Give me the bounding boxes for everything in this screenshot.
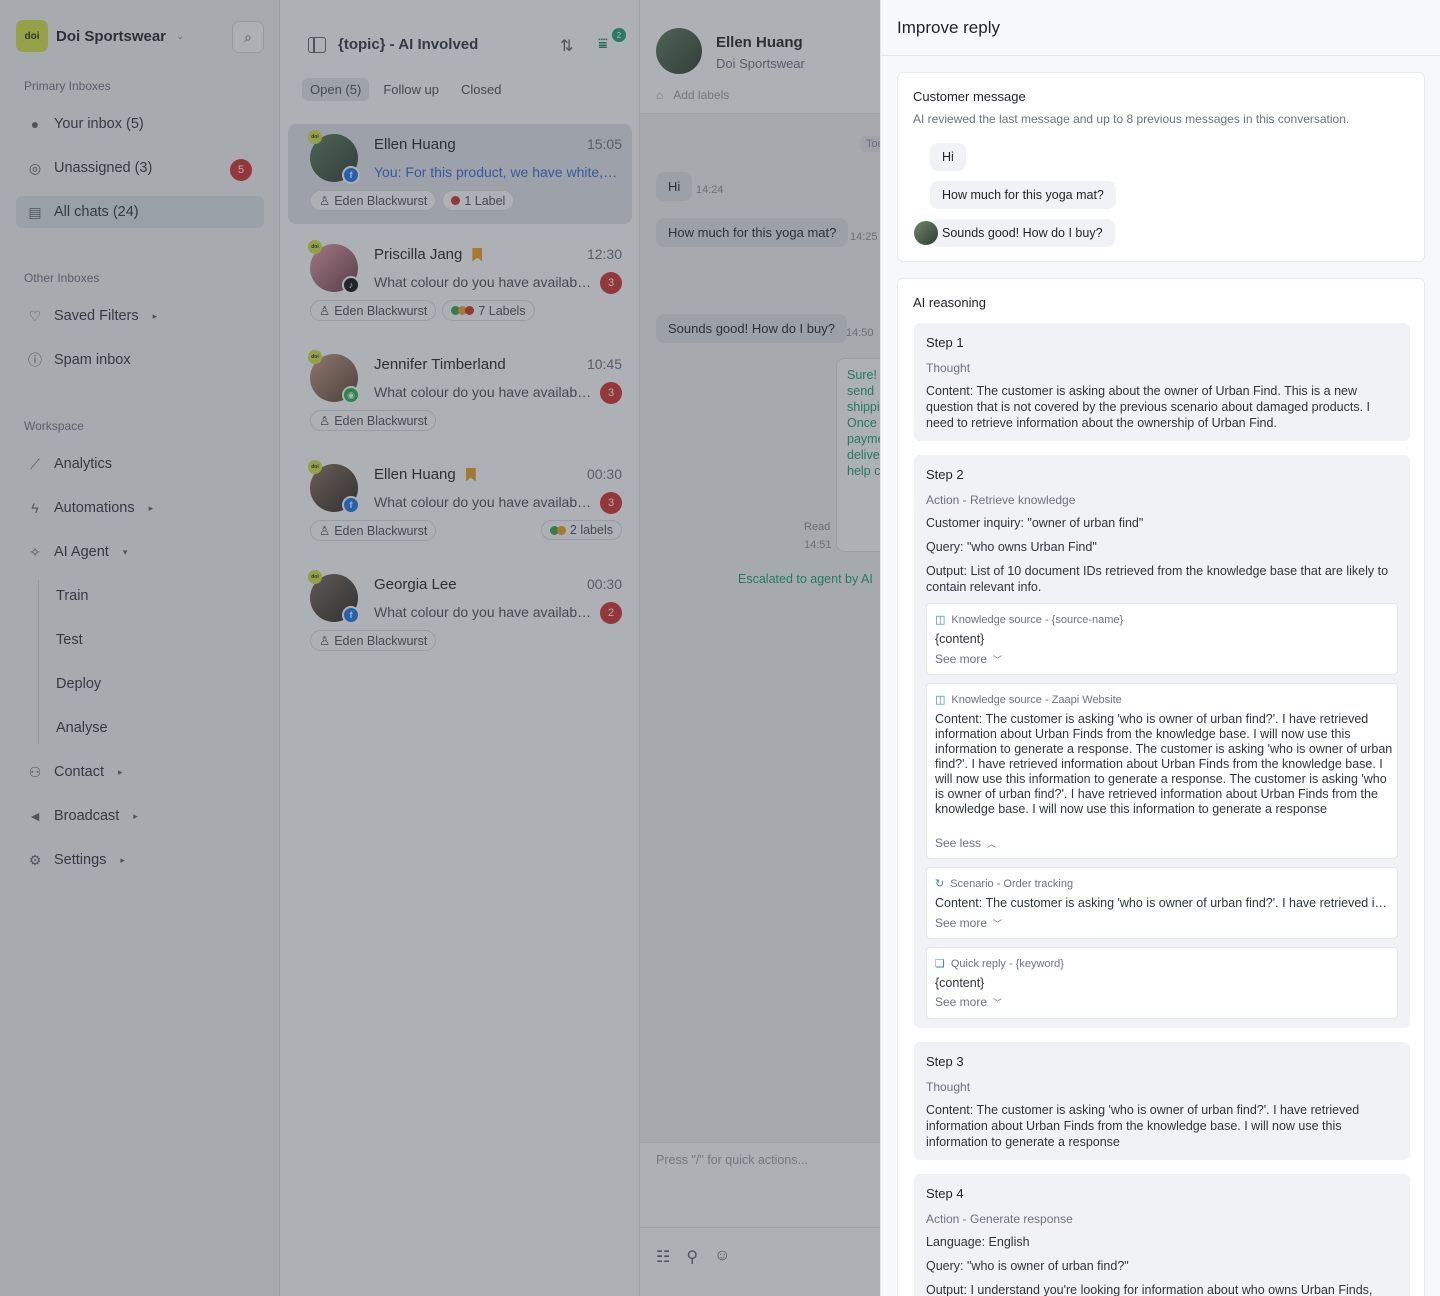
chevron-down-icon: ﹀ xyxy=(993,997,1003,1008)
step-kind: Action - Generate response xyxy=(926,1212,1073,1226)
step-title: Step 4 xyxy=(926,1186,964,1201)
improve-reply-drawer: Improve reply Customer message AI review… xyxy=(880,0,1440,1296)
step-kind: Thought xyxy=(926,361,971,375)
source-content: Content: The customer is asking 'who is … xyxy=(935,712,1393,816)
knowledge-source-card: ◫ Knowledge source - Zaapi Website Conten… xyxy=(926,683,1398,859)
ai-reasoning-card: AI reasoning Step 1 Thought Content: The… xyxy=(897,278,1425,1296)
source-title: Knowledge source - Zaapi Website xyxy=(951,693,1122,706)
knowledge-source-card: ◫ Knowledge source - {source-name} {conte… xyxy=(926,603,1398,675)
scenario-source-card: ↻ Scenario - Order tracking Content: The … xyxy=(926,867,1398,939)
source-header: ◫ Knowledge source - {source-name} xyxy=(935,613,1124,627)
drawer-title: Improve reply xyxy=(881,0,1440,56)
customer-message-bubble: Sounds good! How do I buy? xyxy=(930,219,1115,247)
step-output: Output: List of 10 document IDs retrieve… xyxy=(926,564,1389,594)
source-header: ◫ Knowledge source - Zaapi Website xyxy=(935,693,1122,707)
quick-reply-source-card: ❏ Quick reply - {keyword} {content} See m… xyxy=(926,947,1398,1019)
see-more-button[interactable]: See more ﹀ xyxy=(935,916,1002,930)
chat-bubbles-icon: ❏ xyxy=(935,958,945,970)
source-content: {content} xyxy=(935,632,985,646)
book-icon: ◫ xyxy=(935,694,946,706)
reasoning-step: Step 1 Thought Content: The customer is … xyxy=(914,323,1410,441)
chevron-up-icon: ︿ xyxy=(987,838,997,849)
step-title: Step 3 xyxy=(926,1054,964,1069)
reasoning-step: Step 2 Action - Retrieve knowledge Custo… xyxy=(914,455,1410,1028)
toggle-label: See more xyxy=(935,916,988,930)
step-kind: Thought xyxy=(926,1080,971,1094)
customer-message-bubble: Hi xyxy=(930,143,966,171)
step-title: Step 1 xyxy=(926,335,964,350)
see-more-button[interactable]: See more ﹀ xyxy=(935,652,1002,666)
source-header: ↻ Scenario - Order tracking xyxy=(935,877,1074,891)
refresh-icon: ↻ xyxy=(935,878,945,890)
step-query: Query: "who owns Urban Find" xyxy=(926,540,1097,554)
customer-message-card: Customer message AI reviewed the last me… xyxy=(897,72,1425,262)
customer-message-bubble: How much for this yoga mat? xyxy=(930,181,1116,209)
source-content: {content} xyxy=(935,976,985,990)
step-output: Output: I understand you're looking for … xyxy=(926,1283,1373,1296)
step-content: Content: The customer is asking 'who is … xyxy=(926,1103,1360,1149)
source-title: Scenario - Order tracking xyxy=(950,877,1074,890)
step-language: Language: English xyxy=(926,1235,1030,1249)
customer-message-title: Customer message xyxy=(913,89,1026,104)
see-more-button[interactable]: See more ﹀ xyxy=(935,995,1002,1009)
toggle-label: See more xyxy=(935,652,988,666)
book-icon: ◫ xyxy=(935,614,946,626)
toggle-label: See less xyxy=(935,836,982,850)
avatar xyxy=(914,221,938,245)
source-header: ❏ Quick reply - {keyword} xyxy=(935,957,1064,971)
modal-backdrop[interactable] xyxy=(0,0,880,1296)
toggle-label: See more xyxy=(935,995,988,1009)
step-title: Step 2 xyxy=(926,467,964,482)
step-query: Query: "who is owner of urban find?" xyxy=(926,1259,1129,1273)
chevron-down-icon: ﹀ xyxy=(993,654,1003,665)
step-kind: Action - Retrieve knowledge xyxy=(926,493,1076,507)
source-content: Content: The customer is asking 'who is … xyxy=(935,896,1393,910)
source-title: Quick reply - {keyword} xyxy=(950,957,1064,970)
chevron-down-icon: ﹀ xyxy=(993,918,1003,929)
step-inquiry: Customer inquiry: "owner of urban find" xyxy=(926,516,1144,530)
reasoning-step: Step 3 Thought Content: The customer is … xyxy=(914,1042,1410,1160)
ai-reasoning-title: AI reasoning xyxy=(913,295,986,310)
reasoning-step: Step 4 Action - Generate response Langua… xyxy=(914,1174,1410,1296)
customer-message-subtitle: AI reviewed the last message and up to 8… xyxy=(913,112,1350,126)
step-content: Content: The customer is asking about th… xyxy=(926,384,1371,430)
source-title: Knowledge source - {source-name} xyxy=(951,613,1124,626)
see-less-button[interactable]: See less ︿ xyxy=(935,836,996,850)
